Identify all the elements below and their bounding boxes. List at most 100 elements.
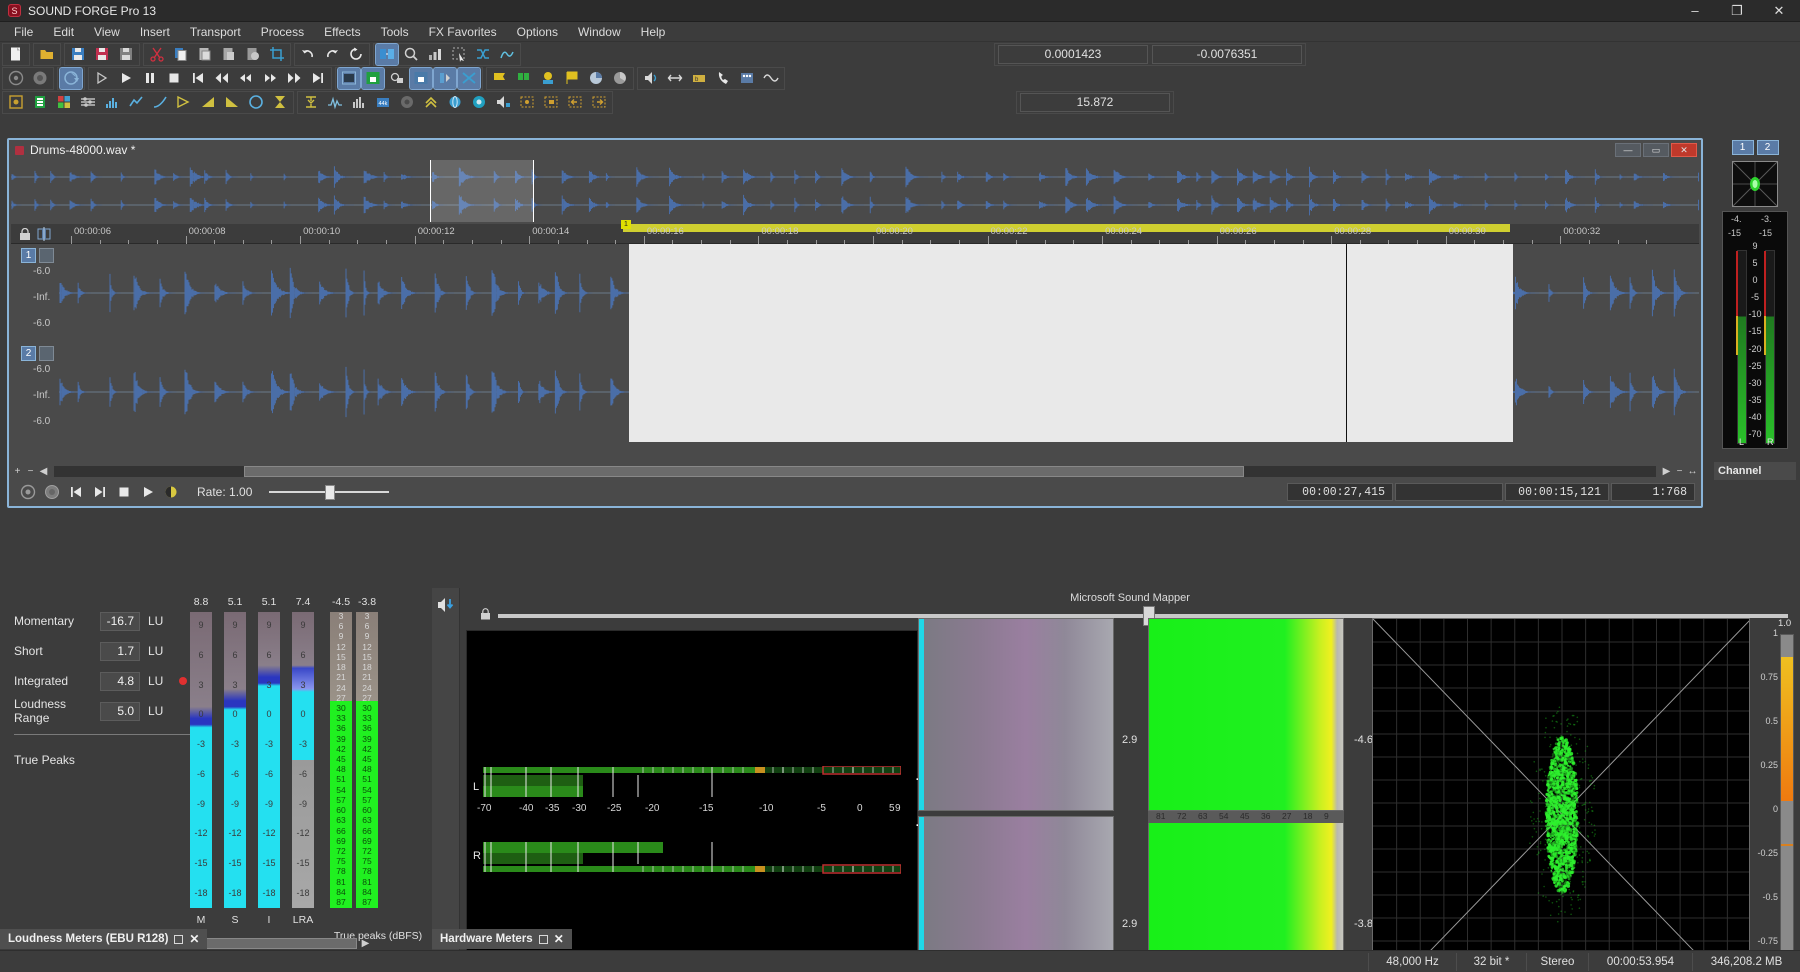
spectrograph-bottom[interactable] bbox=[918, 816, 1114, 972]
sample-value-right[interactable]: -0.0076351 bbox=[1152, 45, 1302, 64]
lr-peak-meter[interactable]: L R bbox=[466, 630, 918, 972]
save-icon[interactable] bbox=[67, 44, 89, 65]
zoom-out-button[interactable]: − bbox=[24, 465, 37, 477]
selection-edit-icon[interactable] bbox=[37, 227, 51, 241]
spectrum-icon[interactable] bbox=[496, 44, 518, 65]
zoom-full-button[interactable]: ↔ bbox=[1686, 465, 1699, 477]
loudness-row-value[interactable]: 4.8 bbox=[100, 672, 140, 691]
spectrograph-top[interactable] bbox=[918, 618, 1114, 811]
tab-loudness-meters[interactable]: Loudness Meters (EBU R128) ✕ bbox=[0, 929, 207, 949]
markers-green-icon[interactable] bbox=[513, 68, 535, 89]
loudness-tab-close-icon[interactable]: ✕ bbox=[189, 932, 199, 946]
paste-mix-icon[interactable] bbox=[242, 44, 264, 65]
document-scrollbar[interactable]: + − ◀ ▶ − ↔ bbox=[11, 464, 1699, 478]
new-file-icon[interactable] bbox=[5, 44, 27, 65]
lock-icon[interactable] bbox=[19, 228, 31, 241]
circle-icon[interactable] bbox=[245, 92, 267, 113]
play-start-icon[interactable] bbox=[91, 68, 113, 89]
lock-icon[interactable] bbox=[480, 608, 491, 620]
scroll-left-button[interactable]: ◀ bbox=[37, 465, 50, 477]
speaker-down-icon[interactable] bbox=[436, 596, 456, 614]
record-disc-icon[interactable] bbox=[5, 68, 27, 89]
horizontal-scroll-track[interactable] bbox=[54, 466, 1656, 477]
chart-line-icon[interactable] bbox=[125, 92, 147, 113]
tune-icon[interactable] bbox=[468, 92, 490, 113]
menu-insert[interactable]: Insert bbox=[130, 23, 180, 41]
selection-start-field[interactable]: 00:00:15,121 bbox=[1505, 483, 1609, 501]
menu-fx-favorites[interactable]: FX Favorites bbox=[419, 23, 507, 41]
normalize-icon[interactable] bbox=[29, 92, 51, 113]
goniometer-scope[interactable] bbox=[1372, 618, 1750, 972]
record-dark-icon[interactable] bbox=[396, 92, 418, 113]
select-tool-icon[interactable] bbox=[448, 44, 470, 65]
record-arm-icon[interactable] bbox=[17, 482, 38, 502]
chevrons-up-icon[interactable] bbox=[420, 92, 442, 113]
selection-length-field[interactable] bbox=[1395, 483, 1503, 501]
loop-playback-icon[interactable] bbox=[60, 68, 82, 89]
channel-1-mute-button[interactable] bbox=[39, 248, 54, 263]
rate-slider-thumb[interactable] bbox=[325, 485, 335, 500]
cursor-position-field[interactable]: 00:00:27,415 bbox=[1287, 483, 1393, 501]
record-icon[interactable] bbox=[29, 68, 51, 89]
loudness-row-value[interactable]: 5.0 bbox=[100, 702, 140, 721]
lock-region-icon[interactable] bbox=[362, 68, 384, 89]
loop-pie-icon[interactable] bbox=[585, 68, 607, 89]
redo-icon[interactable] bbox=[321, 44, 343, 65]
envelope-lock-icon[interactable] bbox=[386, 68, 408, 89]
goniometer-mini-display[interactable] bbox=[1732, 161, 1778, 207]
loudness-icon[interactable] bbox=[492, 92, 514, 113]
loudness-row-value[interactable]: -16.7 bbox=[100, 612, 140, 631]
fade-in-icon[interactable] bbox=[197, 92, 219, 113]
go-end-icon[interactable] bbox=[307, 68, 329, 89]
menu-tools[interactable]: Tools bbox=[371, 23, 419, 41]
bit-depth-icon[interactable]: b bbox=[688, 68, 710, 89]
fit-selection-icon[interactable] bbox=[5, 92, 27, 113]
menu-view[interactable]: View bbox=[84, 23, 130, 41]
waveform-area[interactable]: 1 -6.0 -Inf. -6.0 2 -6.0 -Inf. -6.0 bbox=[11, 244, 1699, 442]
dynamics-icon[interactable] bbox=[324, 92, 346, 113]
shuffle-icon[interactable] bbox=[472, 44, 494, 65]
channel-meter-display[interactable]: -4. -3. -15 -15 950-5-10-15-20-25-30-35-… bbox=[1722, 211, 1788, 449]
menu-effects[interactable]: Effects bbox=[314, 23, 370, 41]
fade-out-icon[interactable] bbox=[221, 92, 243, 113]
ab-compare-icon[interactable] bbox=[376, 44, 398, 65]
waveform-canvas[interactable] bbox=[59, 244, 1699, 442]
save-all-icon[interactable] bbox=[115, 44, 137, 65]
tab-hardware-meters[interactable]: Hardware Meters ✕ bbox=[432, 929, 572, 949]
go-start-icon[interactable] bbox=[187, 68, 209, 89]
marker-yellow-icon[interactable] bbox=[489, 68, 511, 89]
document-minimize-button[interactable]: — bbox=[1615, 143, 1641, 157]
loop-icon[interactable] bbox=[161, 482, 182, 502]
paste-icon[interactable] bbox=[194, 44, 216, 65]
resample-icon[interactable]: 44k bbox=[372, 92, 394, 113]
channel-2-number[interactable]: 2 bbox=[21, 346, 36, 361]
sample-value-left[interactable]: 0.0001423 bbox=[998, 45, 1148, 64]
channel-dock-footer[interactable]: Channel bbox=[1714, 462, 1796, 480]
play-icon[interactable] bbox=[115, 68, 137, 89]
record-icon[interactable] bbox=[41, 482, 62, 502]
meter-tab-1[interactable]: 1 bbox=[1732, 140, 1754, 155]
channel-1-number[interactable]: 1 bbox=[21, 248, 36, 263]
crop-icon[interactable] bbox=[266, 44, 288, 65]
codec-icon[interactable] bbox=[736, 68, 758, 89]
cut-icon[interactable] bbox=[146, 44, 168, 65]
fast-forward-icon[interactable] bbox=[259, 68, 281, 89]
spectrum-bottom[interactable] bbox=[1148, 816, 1344, 972]
save-as-icon[interactable] bbox=[91, 44, 113, 65]
scroll-right-button[interactable]: ▶ bbox=[1660, 465, 1673, 477]
pause-icon[interactable] bbox=[139, 68, 161, 89]
correlation-meter[interactable]: 10.750.50.250-0.25-0.5-0.75-1 1.0 -0.3 bbox=[1754, 610, 1800, 972]
menu-help[interactable]: Help bbox=[631, 23, 676, 41]
play-icon[interactable] bbox=[137, 482, 158, 502]
phone-icon[interactable] bbox=[712, 68, 734, 89]
edit-tool-icon[interactable] bbox=[338, 68, 360, 89]
loudness-row-value[interactable]: 1.7 bbox=[100, 642, 140, 661]
overview-strip[interactable] bbox=[11, 160, 1699, 222]
crossfade-icon[interactable] bbox=[458, 68, 480, 89]
copy-region-icon[interactable] bbox=[540, 92, 562, 113]
stop-icon[interactable] bbox=[163, 68, 185, 89]
next-marker-icon[interactable] bbox=[283, 68, 305, 89]
marker-flag-icon[interactable] bbox=[561, 68, 583, 89]
rewind-icon[interactable] bbox=[235, 68, 257, 89]
sine-icon[interactable] bbox=[760, 68, 782, 89]
